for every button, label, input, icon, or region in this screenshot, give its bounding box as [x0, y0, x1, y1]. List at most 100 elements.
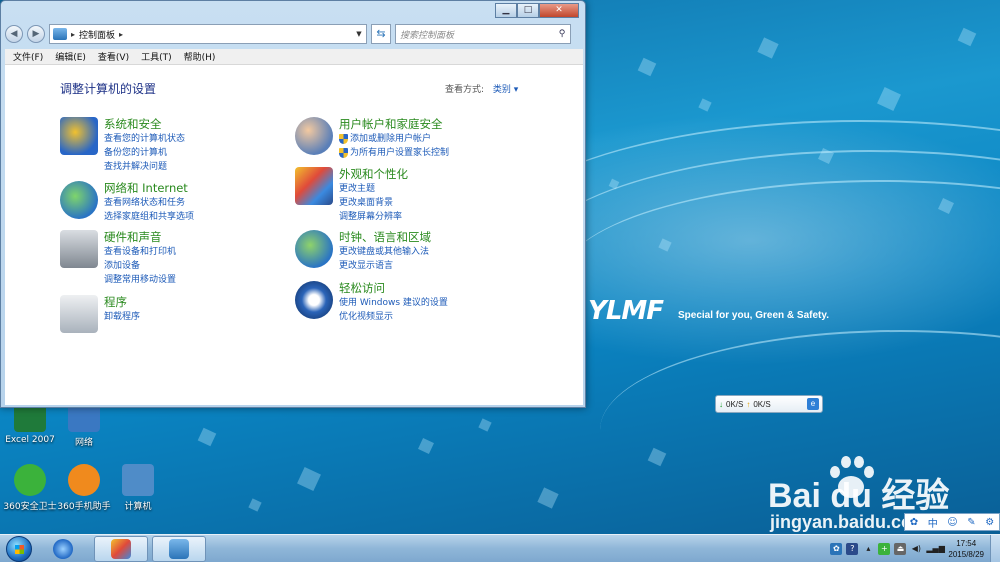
category-link[interactable]: 更改显示语言 [339, 259, 431, 273]
menu-file[interactable]: 文件(F) [13, 50, 43, 63]
chevron-up-icon[interactable]: ▴ [862, 543, 874, 555]
category-title[interactable]: 外观和个性化 [339, 167, 408, 182]
taskbar-ie-button[interactable] [36, 536, 90, 562]
ime-toolbar[interactable]: ✿ 中 ☺ ✎ ⚙ [904, 513, 1000, 531]
ylmf-tagline: Special for you, Green & Safety. [678, 310, 829, 321]
forward-button[interactable]: ▶ [27, 25, 45, 43]
category-title[interactable]: 用户帐户和家庭安全 [339, 117, 449, 132]
emoji-icon[interactable]: ☺ [947, 517, 957, 528]
category-title[interactable]: 网络和 Internet [104, 181, 194, 196]
show-desktop-button[interactable] [990, 534, 1000, 562]
minimize-button[interactable]: ▁ [495, 3, 517, 18]
category-title[interactable]: 时钟、语言和区域 [339, 230, 431, 245]
menu-edit[interactable]: 编辑(E) [55, 50, 86, 63]
breadcrumb-control-panel[interactable]: 控制面板 [79, 28, 115, 41]
pen-icon[interactable]: ✎ [967, 517, 975, 528]
start-button[interactable] [6, 535, 32, 562]
clock-globe-icon [295, 230, 333, 268]
page-title: 调整计算机的设置 [60, 82, 157, 96]
category-network-internet: 网络和 Internet 查看网络状态和任务 选择家庭组和共享选项 [60, 181, 194, 224]
programs-icon [60, 295, 98, 333]
control-panel-icon [53, 28, 67, 40]
category-link[interactable]: 添加设备 [104, 259, 176, 273]
taskbar-control-panel-button[interactable] [152, 535, 206, 562]
taskbar-paint-button[interactable] [94, 535, 148, 562]
address-dropdown-button[interactable]: ▼ [352, 30, 366, 38]
appearance-icon [295, 167, 333, 205]
content-area: 调整计算机的设置 查看方式: 类别 ▾ 系统和安全 查看您的计算机状态 备份您的… [5, 65, 583, 405]
paw-icon[interactable]: ✿ [910, 517, 918, 528]
settings-icon[interactable]: ⚙ [985, 517, 994, 528]
category-link[interactable]: 调整屏幕分辨率 [339, 210, 408, 224]
close-button[interactable]: ✕ [539, 3, 579, 18]
help-icon[interactable]: ? [846, 542, 859, 555]
category-link[interactable]: 选择家庭组和共享选项 [104, 210, 194, 224]
category-link[interactable]: 更改主题 [339, 182, 408, 196]
usb-icon[interactable]: ⏏ [894, 542, 907, 555]
category-link[interactable]: 查看您的计算机状态 [104, 132, 185, 146]
control-panel-icon [169, 538, 189, 559]
category-link[interactable]: 查看网络状态和任务 [104, 196, 194, 210]
category-hardware-sound: 硬件和声音 查看设备和打印机 添加设备 调整常用移动设置 [60, 230, 176, 287]
view-by-label: 查看方式: [445, 85, 485, 95]
desktop-icon-computer[interactable]: 计算机 [108, 464, 168, 512]
ylmf-logo: YLMF [588, 296, 664, 326]
volume-icon[interactable]: ◀) [910, 543, 922, 555]
clock[interactable]: 17:54 2015/8/29 [948, 538, 984, 560]
desktop-icon-label: 网络 [74, 438, 93, 448]
menu-view[interactable]: 查看(V) [98, 50, 129, 63]
shield-icon [60, 117, 98, 155]
ime-mode-button[interactable]: 中 [928, 515, 938, 530]
category-link[interactable]: 查找并解决问题 [104, 160, 185, 174]
globe-icon [60, 181, 98, 219]
printer-icon [60, 230, 98, 268]
category-title[interactable]: 轻松访问 [339, 281, 448, 296]
menu-bar: 文件(F) 编辑(E) 查看(V) 工具(T) 帮助(H) [5, 49, 583, 65]
category-link[interactable]: 调整常用移动设置 [104, 273, 176, 287]
search-icon[interactable]: ⚲ [554, 29, 570, 39]
ie-icon[interactable]: e [807, 398, 819, 410]
refresh-button[interactable]: ⇆ [371, 24, 391, 44]
category-link[interactable]: 查看设备和打印机 [104, 245, 176, 259]
category-link[interactable]: 添加或删除用户帐户 [339, 132, 449, 146]
address-bar[interactable]: ▸ 控制面板 ▸ ▼ [49, 24, 367, 44]
category-clock-language: 时钟、语言和区域 更改键盘或其他输入法 更改显示语言 [295, 230, 431, 273]
network-signal-icon[interactable]: ▂▄▆ [926, 543, 944, 555]
maximize-button[interactable]: □ [517, 3, 539, 18]
view-by-dropdown[interactable]: 类别 ▾ [493, 85, 518, 95]
chevron-right-icon[interactable]: ▸ [119, 30, 123, 39]
category-link[interactable]: 备份您的计算机 [104, 146, 185, 160]
category-link[interactable]: 更改键盘或其他输入法 [339, 245, 431, 259]
category-title[interactable]: 系统和安全 [104, 117, 185, 132]
category-user-accounts: 用户帐户和家庭安全 添加或删除用户帐户 为所有用户设置家长控制 [295, 117, 449, 160]
category-system-security: 系统和安全 查看您的计算机状态 备份您的计算机 查找并解决问题 [60, 117, 185, 174]
tray-app-icon[interactable]: ✿ [830, 542, 843, 555]
back-button[interactable]: ◀ [5, 25, 23, 43]
navigation-bar: ◀ ▶ ▸ 控制面板 ▸ ▼ ⇆ 搜索控制面板 ⚲ [5, 23, 581, 45]
360-tray-icon[interactable]: + [878, 542, 891, 555]
category-link[interactable]: 卸载程序 [104, 310, 140, 324]
chevron-right-icon[interactable]: ▸ [71, 30, 75, 39]
category-programs: 程序 卸载程序 [60, 295, 140, 333]
category-link[interactable]: 使用 Windows 建议的设置 [339, 296, 448, 310]
net-speed-widget[interactable]: ↓ 0K/S ↑ 0K/S e [715, 395, 823, 413]
category-link-label: 为所有用户设置家长控制 [350, 148, 450, 158]
category-link[interactable]: 优化视频显示 [339, 310, 448, 324]
360-security-icon [14, 464, 46, 496]
upload-speed: 0K/S [753, 399, 771, 409]
window-controls: ▁ □ ✕ [495, 3, 579, 18]
baidu-paw-icon [826, 456, 876, 502]
category-title[interactable]: 硬件和声音 [104, 230, 176, 245]
system-tray: ✿ ? ▴ + ⏏ ◀) ▂▄▆ 17:54 2015/8/29 [830, 535, 990, 562]
download-speed: 0K/S [726, 399, 744, 409]
category-title[interactable]: 程序 [104, 295, 140, 310]
paint-icon [111, 538, 131, 559]
desktop-icon-360-security[interactable]: 360安全卫士 [0, 464, 60, 512]
search-input[interactable]: 搜索控制面板 ⚲ [395, 24, 571, 44]
category-appearance: 外观和个性化 更改主题 更改桌面背景 调整屏幕分辨率 [295, 167, 408, 224]
menu-tools[interactable]: 工具(T) [141, 50, 172, 63]
category-link[interactable]: 为所有用户设置家长控制 [339, 146, 449, 160]
desktop-icon-360-phone[interactable]: 360手机助手 [54, 464, 114, 512]
category-link[interactable]: 更改桌面背景 [339, 196, 408, 210]
menu-help[interactable]: 帮助(H) [184, 50, 216, 63]
